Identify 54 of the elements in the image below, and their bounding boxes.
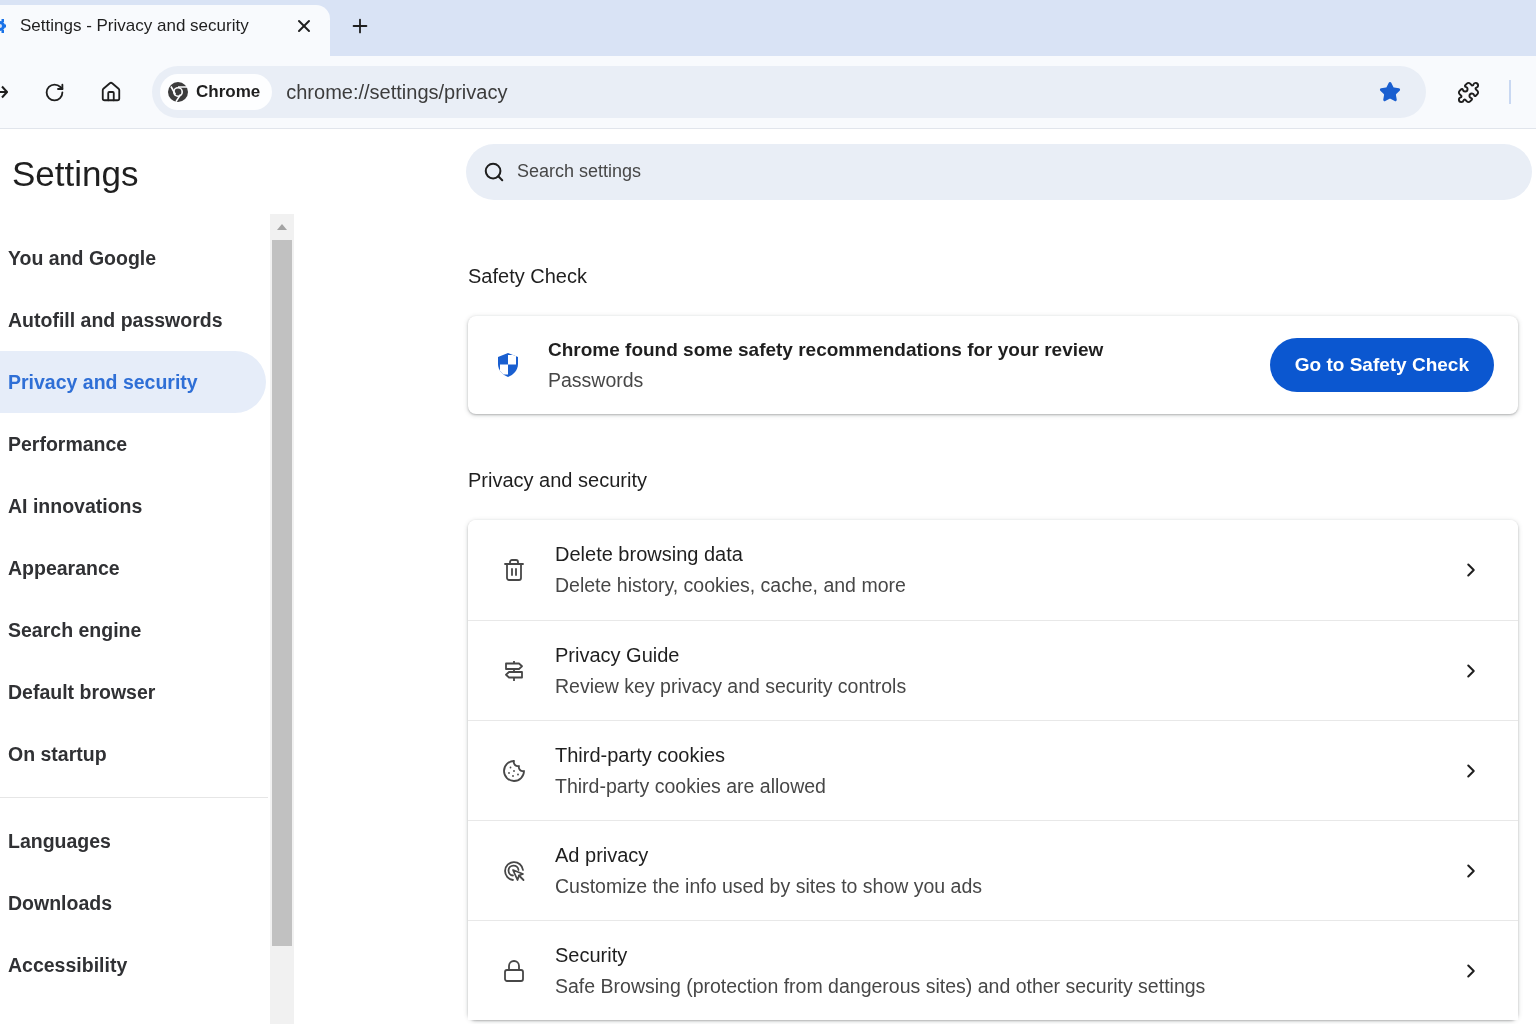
- settings-row[interactable]: Ad privacy Customize the info used by sites to show you ads: [468, 820, 1518, 920]
- forward-icon[interactable]: [0, 85, 8, 99]
- safety-check-message: Chrome found some safety recommendations for your review: [548, 338, 1105, 362]
- search-icon: [483, 160, 505, 183]
- row-title: Ad privacy: [555, 842, 650, 868]
- shield-icon: [496, 352, 520, 378]
- home-icon[interactable]: [100, 81, 122, 103]
- safety-check-detail: Passwords: [548, 368, 645, 393]
- site-info-chip[interactable]: Chrome: [160, 74, 273, 110]
- sidebar-item[interactable]: You and Google: [0, 227, 266, 289]
- lock-icon: [502, 958, 526, 983]
- sidebar-item[interactable]: Accessibility: [0, 934, 266, 996]
- sidebar-item[interactable]: Autofill and passwords: [0, 289, 266, 351]
- row-subtitle: Safe Browsing (protection from dangerous sites) and other security settings: [555, 973, 1207, 999]
- row-title: Security: [555, 942, 629, 968]
- section-heading: Safety Check: [468, 264, 588, 289]
- row-subtitle: Third-party cookies are allowed: [555, 773, 827, 799]
- address-field[interactable]: chrome://settings/privacy: [286, 80, 1379, 104]
- sidebar-item[interactable]: Languages: [0, 810, 266, 872]
- sidebar-item[interactable]: Search engine: [0, 599, 266, 661]
- signpost-icon: [502, 658, 526, 683]
- row-subtitle: Delete history, cookies, cache, and more: [555, 573, 907, 598]
- trash-icon: [502, 558, 526, 582]
- address-bar[interactable]: Chrome chrome://settings/privacy: [152, 66, 1426, 118]
- target-cursor-icon: [502, 858, 526, 883]
- sidebar-item[interactable]: Privacy and security: [0, 351, 266, 413]
- search-field[interactable]: Search settings: [466, 143, 1532, 200]
- sidebar-item[interactable]: Downloads: [0, 872, 266, 934]
- settings-row[interactable]: Privacy Guide Review key privacy and security controls: [468, 620, 1518, 720]
- scrollbar-thumb[interactable]: [272, 240, 292, 946]
- sidebar-item[interactable]: Performance: [0, 413, 266, 475]
- section-heading: Privacy and security: [468, 468, 648, 493]
- gear-icon: [0, 18, 6, 34]
- sidebar-item[interactable]: AI innovations: [0, 475, 266, 537]
- row-title: Delete browsing data: [555, 542, 744, 567]
- browser-tab[interactable]: Settings - Privacy and security: [0, 5, 330, 56]
- settings-row[interactable]: Security Safe Browsing (protection from dangerous sites) and other security settings: [468, 920, 1518, 1020]
- reload-icon[interactable]: [44, 81, 65, 103]
- row-subtitle: Customize the info used by sites to show you ads: [555, 873, 984, 899]
- cookie-icon: [502, 758, 526, 783]
- row-title: Privacy Guide: [555, 642, 681, 668]
- settings-row[interactable]: Delete browsing data Delete history, cookies, cache, and more: [468, 520, 1518, 620]
- sidebar-item[interactable]: Default browser: [0, 661, 266, 723]
- browser-logo-icon: [168, 82, 188, 102]
- settings-row[interactable]: Third-party cookies Third-party cookies are allowed: [468, 720, 1518, 820]
- bookmark-star-icon[interactable]: [1379, 81, 1401, 103]
- settings-title: Settings: [12, 153, 139, 194]
- row-title: Third-party cookies: [555, 742, 727, 768]
- row-subtitle: Review key privacy and security controls: [555, 673, 908, 699]
- sidebar-item[interactable]: On startup: [0, 723, 266, 785]
- puzzle-icon[interactable]: [1457, 80, 1480, 104]
- scrollbar-track[interactable]: [270, 214, 294, 1024]
- safety-check-button[interactable]: Go to Safety Check: [1269, 338, 1494, 392]
- sidebar-item[interactable]: Appearance: [0, 537, 266, 599]
